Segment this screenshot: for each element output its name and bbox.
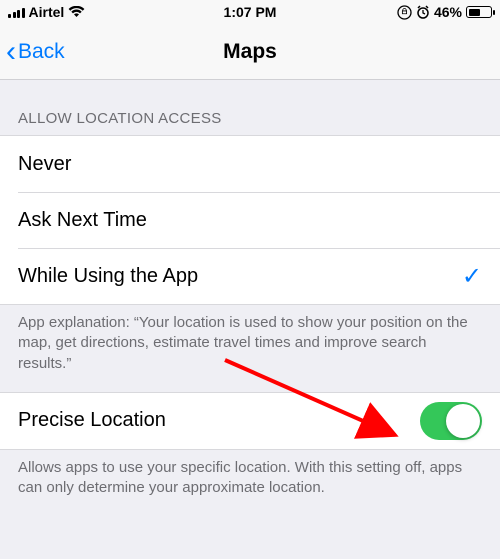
option-ask-next-time[interactable]: Ask Next Time — [0, 192, 500, 248]
app-explanation: App explanation: “Your location is used … — [0, 305, 500, 392]
location-access-list: Never Ask Next Time While Using the App … — [0, 135, 500, 305]
chevron-left-icon: ‹ — [6, 37, 16, 67]
section-header-location-access: ALLOW LOCATION ACCESS — [0, 80, 500, 135]
back-button[interactable]: ‹ Back — [0, 37, 65, 67]
status-right: 46% — [397, 4, 492, 20]
checkmark-icon: ✓ — [462, 262, 482, 291]
signal-icon — [8, 6, 25, 18]
battery-pct: 46% — [434, 4, 462, 20]
rotation-lock-icon — [397, 5, 412, 20]
option-while-using[interactable]: While Using the App ✓ — [0, 248, 500, 304]
option-label: While Using the App — [18, 265, 198, 288]
precise-location-row: Precise Location — [0, 393, 500, 449]
precise-location-toggle[interactable] — [420, 402, 482, 440]
precise-location-label: Precise Location — [18, 409, 166, 432]
precise-location-footer: Allows apps to use your specific locatio… — [0, 450, 500, 517]
battery-icon — [466, 6, 492, 18]
page-title: Maps — [0, 40, 500, 64]
alarm-icon — [416, 5, 430, 19]
option-label: Never — [18, 153, 71, 176]
status-left: Airtel — [8, 4, 85, 20]
carrier-label: Airtel — [29, 4, 65, 20]
toggle-knob — [446, 404, 480, 438]
status-bar: Airtel 1:07 PM 46% — [0, 0, 500, 24]
option-label: Ask Next Time — [18, 209, 147, 232]
back-label: Back — [18, 40, 65, 64]
option-never[interactable]: Never — [0, 136, 500, 192]
wifi-icon — [68, 6, 85, 18]
precise-location-list: Precise Location — [0, 392, 500, 450]
nav-bar: ‹ Back Maps — [0, 24, 500, 80]
